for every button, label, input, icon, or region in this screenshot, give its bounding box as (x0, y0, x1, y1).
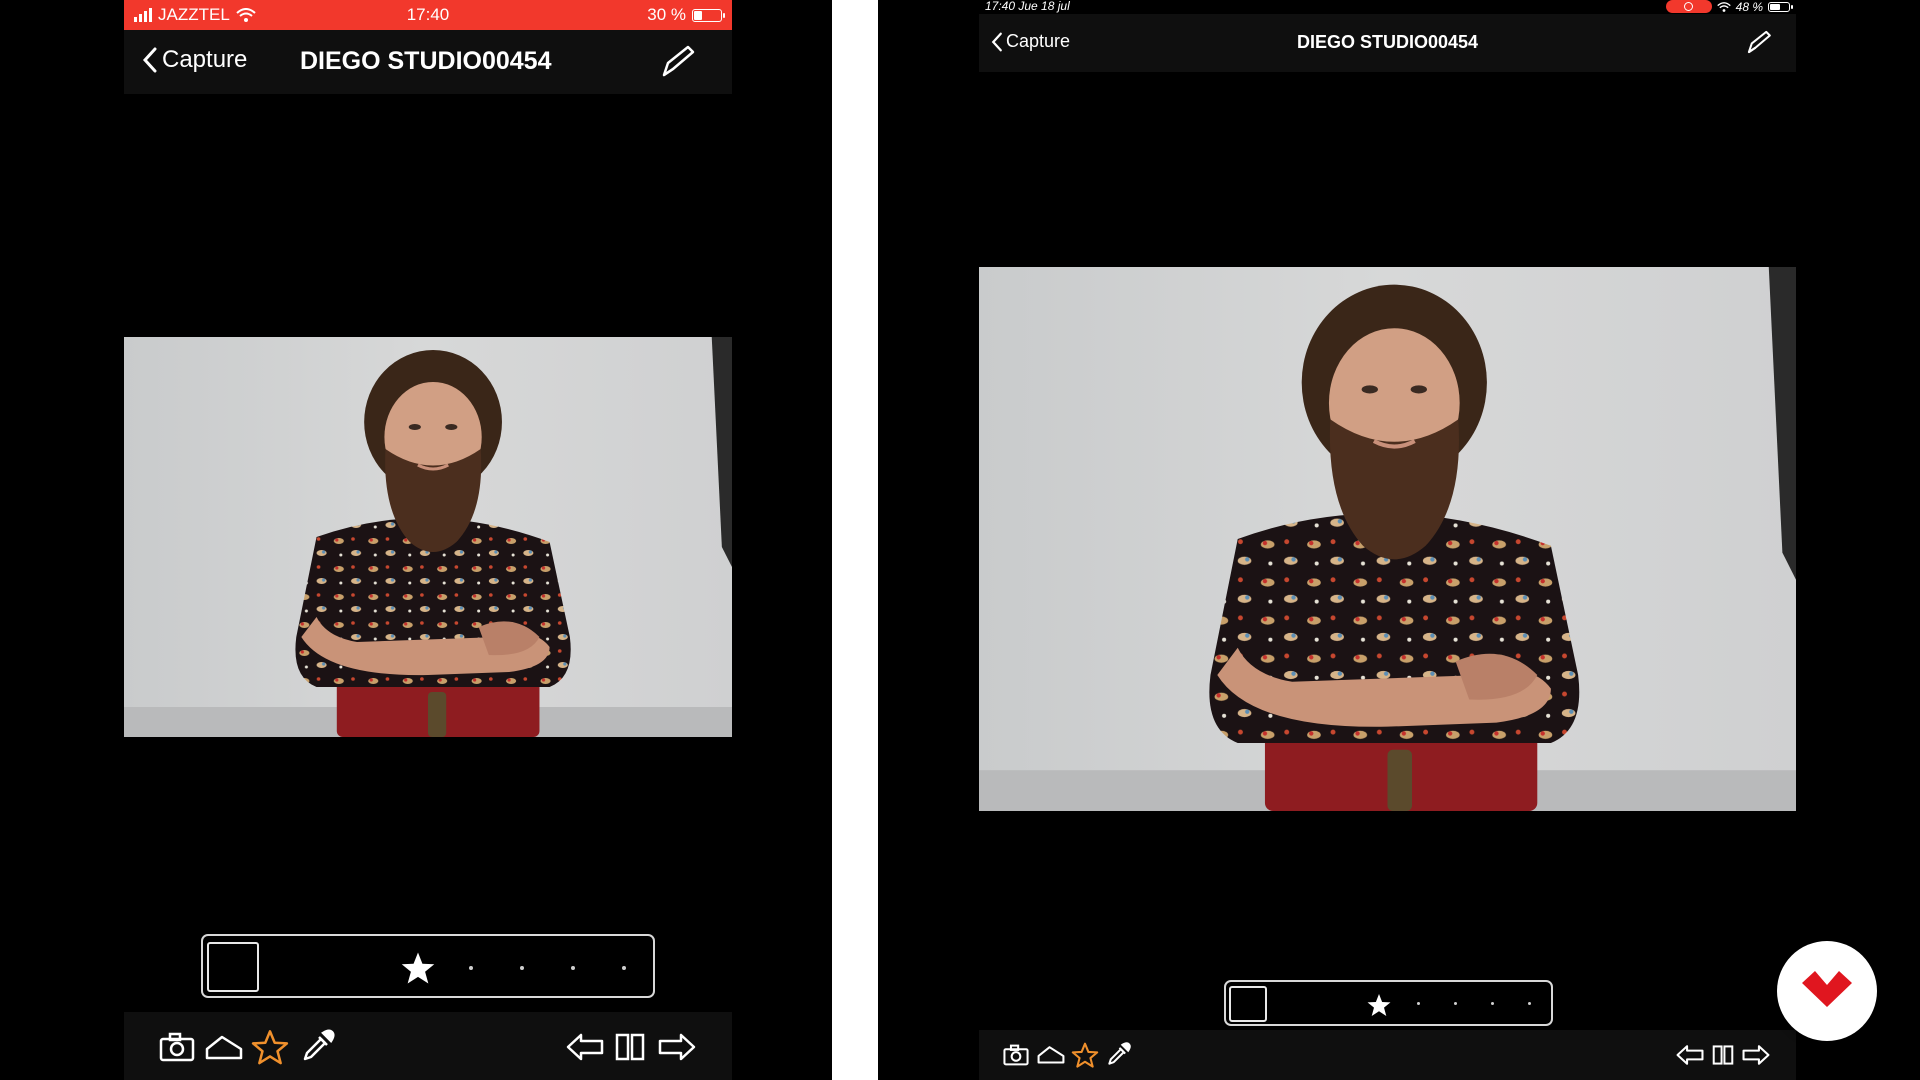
rating-dot-4[interactable] (571, 966, 575, 970)
rating-dot-3[interactable] (1454, 1002, 1457, 1005)
compare-icon[interactable] (615, 1033, 645, 1061)
rating-star-1[interactable] (400, 951, 436, 985)
capture-photo[interactable] (124, 337, 732, 737)
prev-arrow-icon[interactable] (566, 1032, 604, 1062)
nav-bar: Capture DIEGO STUDIO00454 (124, 30, 732, 94)
eyedropper-icon[interactable] (1105, 1042, 1131, 1068)
camera-icon[interactable] (1003, 1044, 1029, 1066)
rating-dot-3[interactable] (520, 966, 524, 970)
rating-star-1[interactable] (1366, 993, 1392, 1017)
phone-screen: JAZZTEL 17:40 30 % Capture DIEGO STUDIO0… (124, 0, 732, 1080)
edit-pen-icon[interactable] (660, 44, 696, 78)
rating-dot-5[interactable] (1528, 1002, 1531, 1005)
status-bar: 17:40 Jue 18 jul 48 % (979, 0, 1796, 14)
page-title: DIEGO STUDIO00454 (300, 47, 552, 75)
brand-logo-button[interactable] (1777, 941, 1877, 1041)
battery-icon (1768, 1, 1793, 12)
brand-logo-icon (1802, 971, 1852, 1007)
compare-icon[interactable] (1712, 1045, 1734, 1065)
status-time: 17:40 (406, 5, 450, 24)
bottom-toolbar (124, 1012, 732, 1080)
screen-recording-icon (1665, 0, 1712, 13)
capture-photo[interactable] (979, 267, 1796, 811)
exposure-icon[interactable] (1037, 1045, 1065, 1064)
rating-dot-4[interactable] (1491, 1002, 1494, 1005)
reject-box[interactable] (207, 942, 259, 992)
page-title: DIEGO STUDIO00454 (1296, 32, 1479, 52)
rating-bar (1224, 980, 1553, 1026)
battery-percent: 48 % (1735, 0, 1763, 14)
eyedropper-icon[interactable] (299, 1029, 335, 1065)
exposure-icon[interactable] (205, 1034, 243, 1060)
battery-icon (692, 8, 725, 22)
screen-divider (832, 0, 878, 1080)
battery-percent: 30 % (647, 5, 686, 24)
rating-dot-2[interactable] (469, 966, 473, 970)
status-bar: JAZZTEL 17:40 30 % (124, 0, 732, 30)
wifi-icon (1716, 1, 1731, 12)
bottom-toolbar (979, 1030, 1796, 1080)
prev-arrow-icon[interactable] (1676, 1044, 1704, 1066)
star-icon[interactable] (1071, 1042, 1099, 1068)
rating-dot-5[interactable] (622, 966, 626, 970)
star-icon[interactable] (251, 1029, 289, 1065)
status-datetime: 17:40 Jue 18 jul (985, 0, 1070, 13)
nav-bar: Capture DIEGO STUDIO00454 (979, 14, 1796, 72)
reject-box[interactable] (1229, 986, 1267, 1022)
chevron-left-icon (142, 47, 157, 73)
edit-pen-icon[interactable] (1746, 29, 1772, 55)
next-arrow-icon[interactable] (658, 1032, 696, 1062)
rating-bar (201, 934, 655, 998)
camera-icon[interactable] (159, 1032, 195, 1062)
rating-dot-2[interactable] (1417, 1002, 1420, 1005)
back-label: Capture (162, 46, 248, 73)
back-button[interactable]: Capture (142, 46, 247, 74)
next-arrow-icon[interactable] (1742, 1044, 1770, 1066)
tablet-screen: 17:40 Jue 18 jul 48 % Capture DIEGO STUD… (979, 0, 1796, 1080)
